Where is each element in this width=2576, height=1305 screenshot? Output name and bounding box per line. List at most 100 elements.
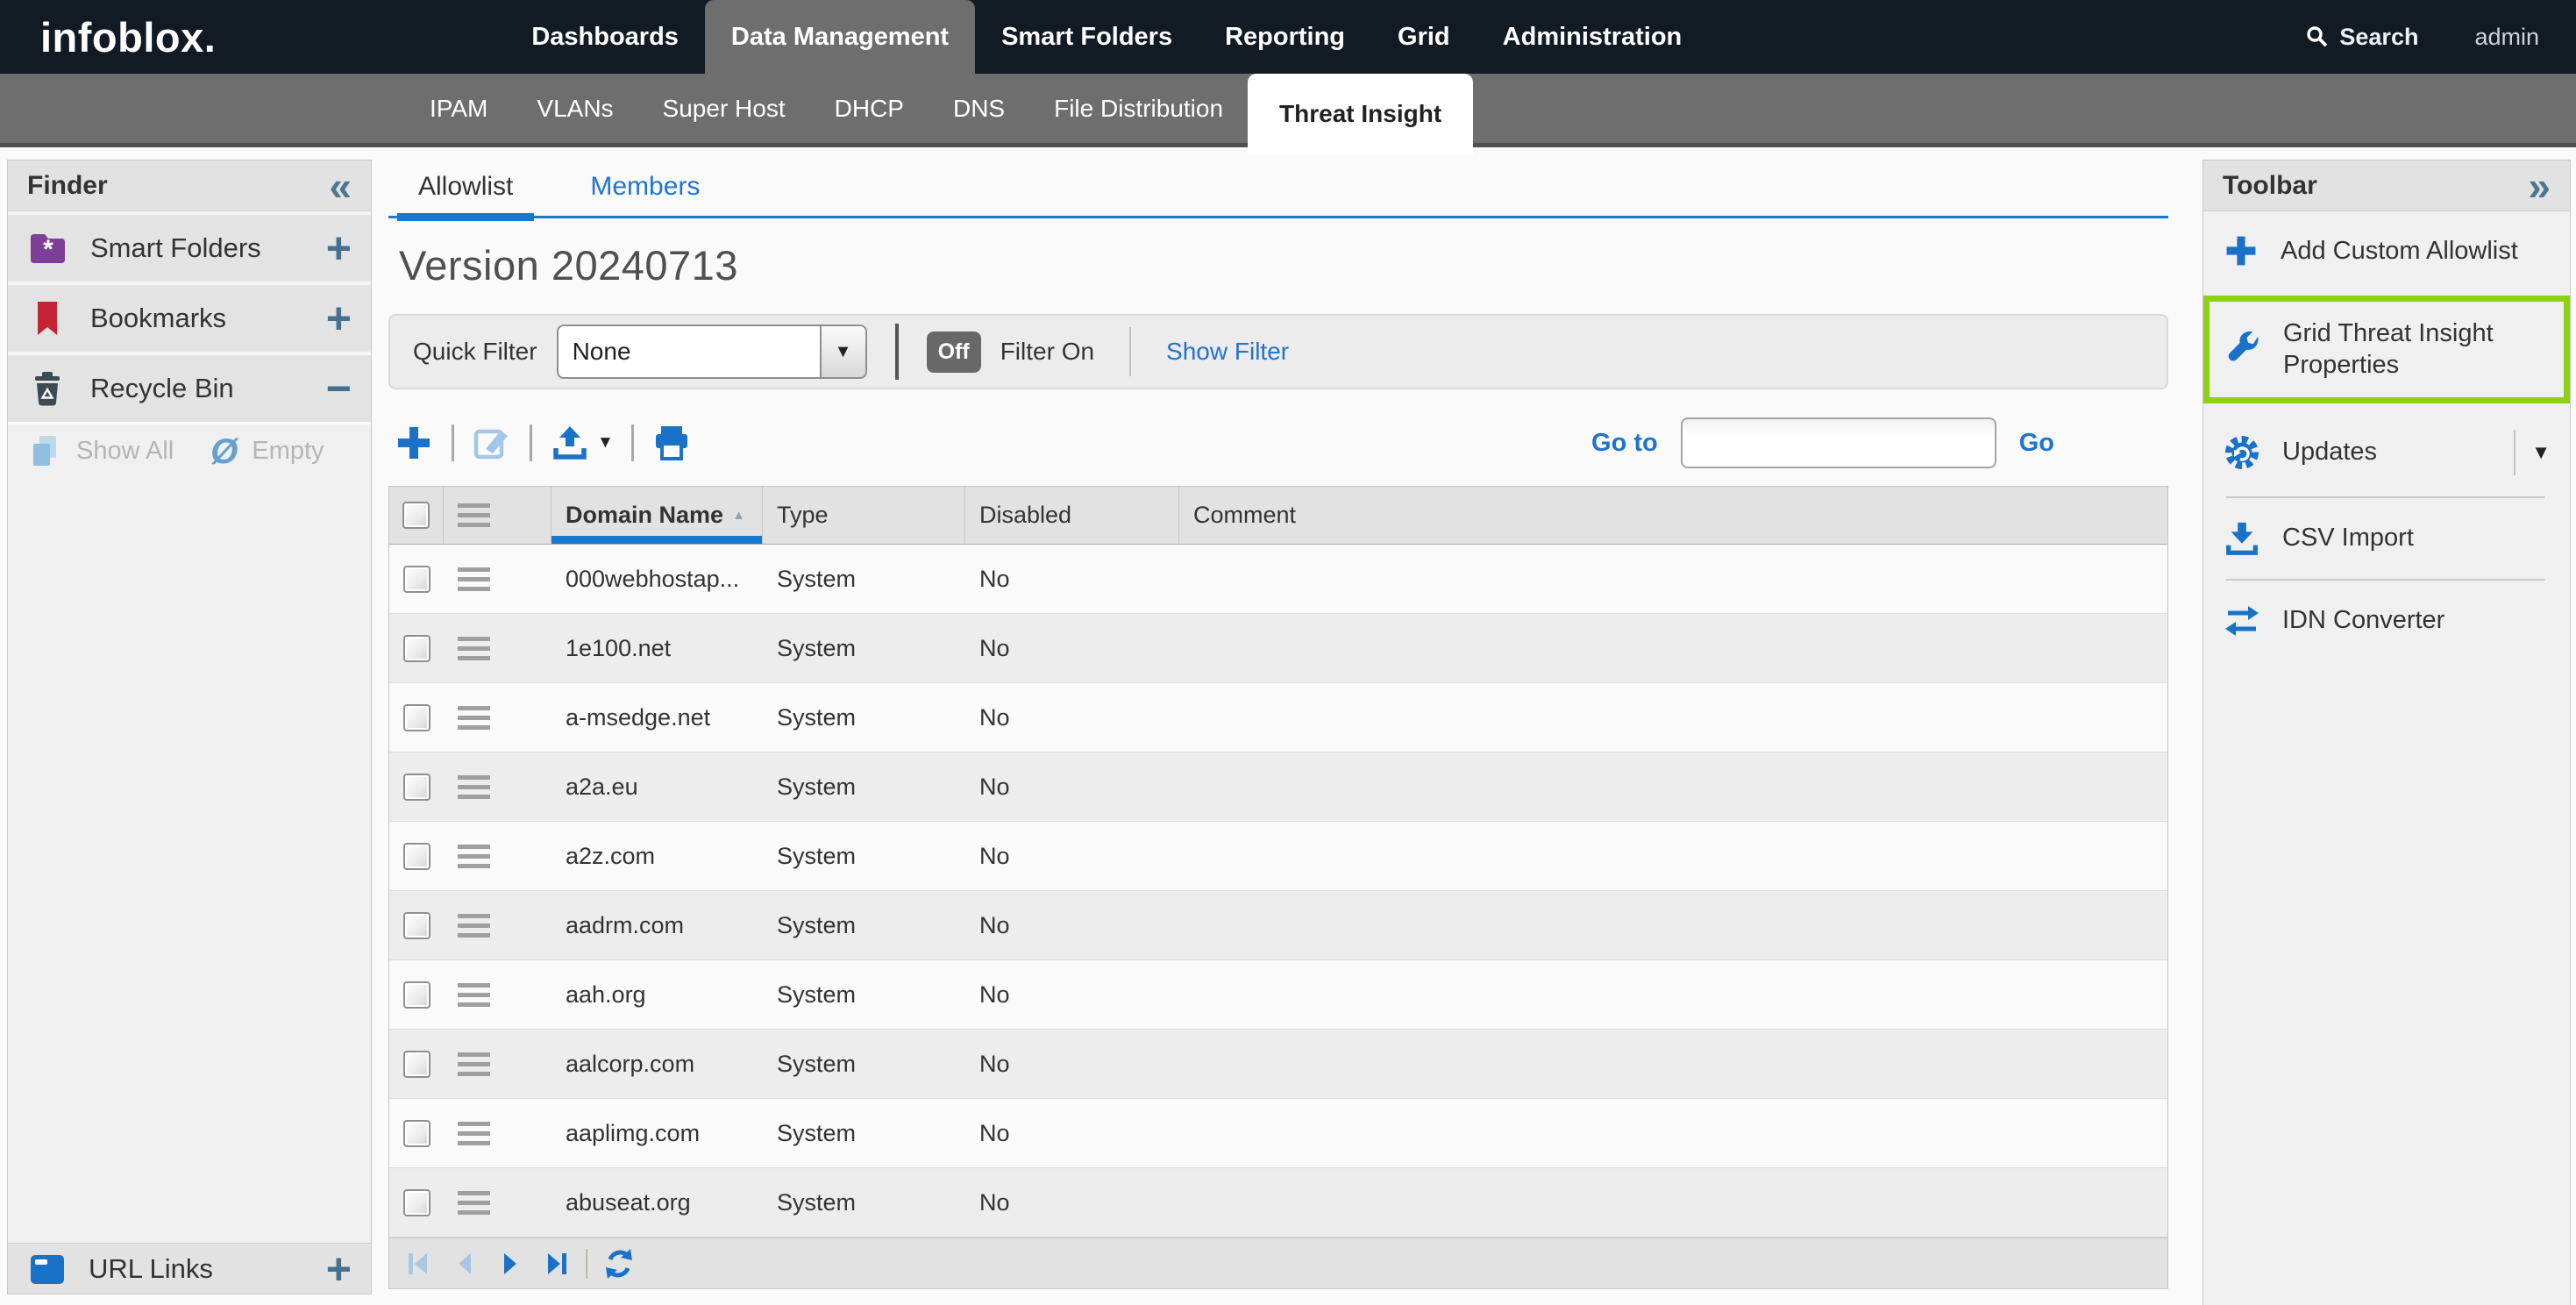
idn-converter-button[interactable]: IDN Converter [2203, 581, 2570, 661]
row-checkbox[interactable] [403, 1051, 431, 1078]
goto-input[interactable] [1681, 417, 1996, 468]
cell-disabled: No [965, 683, 1179, 752]
subnav-item-super-host[interactable]: Super Host [638, 72, 810, 146]
sidebar-item-recycle-bin[interactable]: Recycle Bin − [8, 352, 371, 422]
column-header-disabled[interactable]: Disabled [965, 487, 1179, 544]
empty-recycle-bin-button[interactable]: Empty [252, 437, 324, 466]
nav-item-grid[interactable]: Grid [1371, 0, 1477, 74]
cell-comment [1179, 822, 2167, 890]
last-page-button[interactable] [540, 1248, 572, 1280]
go-button[interactable]: Go [2019, 429, 2054, 458]
add-custom-allowlist-button[interactable]: Add Custom Allowlist [2203, 211, 2570, 290]
sidebar-item-bookmarks[interactable]: Bookmarks + [8, 282, 371, 352]
recycle-bin-actions: Show All Ø Empty [8, 422, 371, 478]
row-drag-handle[interactable] [458, 706, 490, 730]
filter-toggle[interactable]: Off [927, 332, 981, 373]
column-drag-handle[interactable] [458, 503, 490, 527]
subnav-item-threat-insight[interactable]: Threat Insight [1248, 74, 1473, 154]
table-row[interactable]: aalcorp.comSystemNo [389, 1030, 2167, 1099]
csv-import-button[interactable]: CSV Import [2203, 498, 2570, 579]
user-menu[interactable]: admin [2474, 24, 2539, 51]
sidebar-item-url-links[interactable]: URL Links + [8, 1243, 371, 1294]
add-url-link-button[interactable]: + [326, 1252, 352, 1287]
add-bookmark-button[interactable]: + [326, 301, 352, 336]
row-checkbox[interactable] [403, 843, 431, 870]
gear-refresh-icon [2223, 433, 2261, 472]
row-drag-handle[interactable] [458, 637, 490, 660]
chevron-down-icon[interactable]: ▼ [597, 433, 614, 453]
select-all-checkbox[interactable] [402, 502, 430, 529]
previous-page-button[interactable] [449, 1248, 480, 1280]
sidebar-item-smart-folders[interactable]: * Smart Folders + [8, 211, 371, 282]
row-checkbox[interactable] [403, 704, 431, 731]
row-checkbox[interactable] [403, 981, 431, 1009]
divider [1129, 327, 1131, 376]
plus-icon [394, 423, 434, 463]
show-filter-link[interactable]: Show Filter [1166, 338, 1289, 366]
content-tabs: Allowlist Members [388, 172, 2168, 218]
row-checkbox[interactable] [403, 774, 431, 801]
print-button[interactable] [651, 423, 692, 463]
row-checkbox[interactable] [403, 566, 431, 593]
nav-item-dashboards[interactable]: Dashboards [505, 0, 705, 74]
tab-allowlist[interactable]: Allowlist [397, 172, 534, 216]
table-row[interactable]: 1e100.netSystemNo [389, 614, 2167, 683]
add-button[interactable] [394, 423, 434, 463]
column-header-comment[interactable]: Comment [1179, 487, 2167, 544]
chevron-down-icon: ▼ [835, 342, 852, 362]
quick-filter-dropdown-button[interactable]: ▼ [820, 324, 867, 379]
sidebar-item-label: Recycle Bin [90, 373, 303, 404]
column-header-type[interactable]: Type [763, 487, 965, 544]
table-row[interactable]: a2a.euSystemNo [389, 752, 2167, 822]
column-header-domain-name[interactable]: Domain Name ▲ [551, 487, 763, 544]
row-checkbox[interactable] [403, 1120, 431, 1147]
nav-item-reporting[interactable]: Reporting [1199, 0, 1371, 74]
table-row[interactable]: abuseat.orgSystemNo [389, 1168, 2167, 1237]
table-row[interactable]: aadrm.comSystemNo [389, 891, 2167, 960]
subnav-item-dns[interactable]: DNS [929, 72, 1029, 146]
subnav-item-dhcp[interactable]: DHCP [810, 72, 929, 146]
show-all-button[interactable]: Show All [76, 437, 174, 466]
row-checkbox[interactable] [403, 1189, 431, 1216]
next-page-button[interactable] [495, 1248, 526, 1280]
row-drag-handle[interactable] [458, 914, 490, 938]
row-drag-handle[interactable] [458, 567, 490, 591]
table-row[interactable]: aaplimg.comSystemNo [389, 1099, 2167, 1168]
collapse-finder-icon[interactable]: « [329, 166, 352, 206]
updates-button[interactable]: Updates ▼ [2203, 409, 2570, 496]
upload-button[interactable]: ▼ [550, 423, 614, 463]
row-drag-handle[interactable] [458, 1052, 490, 1076]
table-row[interactable]: a2z.comSystemNo [389, 822, 2167, 891]
goto-label: Go to [1591, 429, 1658, 458]
row-drag-handle[interactable] [458, 1191, 490, 1215]
refresh-button[interactable] [601, 1246, 637, 1281]
edit-button[interactable] [472, 423, 512, 463]
collapse-recycle-bin-button[interactable]: − [326, 371, 352, 406]
quick-filter-select[interactable]: None ▼ [557, 324, 867, 379]
nav-item-smart-folders[interactable]: Smart Folders [975, 0, 1199, 74]
table-row[interactable]: aah.orgSystemNo [389, 960, 2167, 1030]
global-search[interactable]: Search [2304, 24, 2418, 51]
nav-item-administration[interactable]: Administration [1477, 0, 1709, 74]
add-smart-folder-button[interactable]: + [326, 231, 352, 266]
subnav-item-ipam[interactable]: IPAM [405, 72, 512, 146]
expand-toolbar-icon[interactable]: » [2528, 166, 2551, 206]
subnav-item-file-distribution[interactable]: File Distribution [1029, 72, 1248, 146]
row-checkbox[interactable] [403, 635, 431, 662]
first-page-button[interactable] [403, 1248, 435, 1280]
table-row[interactable]: a-msedge.netSystemNo [389, 683, 2167, 752]
updates-dropdown-button[interactable]: ▼ [2531, 441, 2551, 464]
table-row[interactable]: 000webhostap...SystemNo [389, 545, 2167, 614]
tab-members[interactable]: Members [569, 172, 721, 216]
row-drag-handle[interactable] [458, 845, 490, 868]
cell-comment [1179, 1168, 2167, 1237]
row-drag-handle[interactable] [458, 1122, 490, 1145]
cell-type: System [763, 960, 965, 1029]
nav-item-data-management[interactable]: Data Management [705, 0, 975, 74]
subnav-item-vlans[interactable]: VLANs [512, 72, 637, 146]
sub-nav: IPAM VLANs Super Host DHCP DNS File Dist… [0, 74, 2576, 147]
grid-threat-insight-properties-button[interactable]: Grid Threat Insight Properties [2203, 296, 2570, 403]
row-drag-handle[interactable] [458, 983, 490, 1007]
row-checkbox[interactable] [403, 912, 431, 939]
row-drag-handle[interactable] [458, 775, 490, 799]
